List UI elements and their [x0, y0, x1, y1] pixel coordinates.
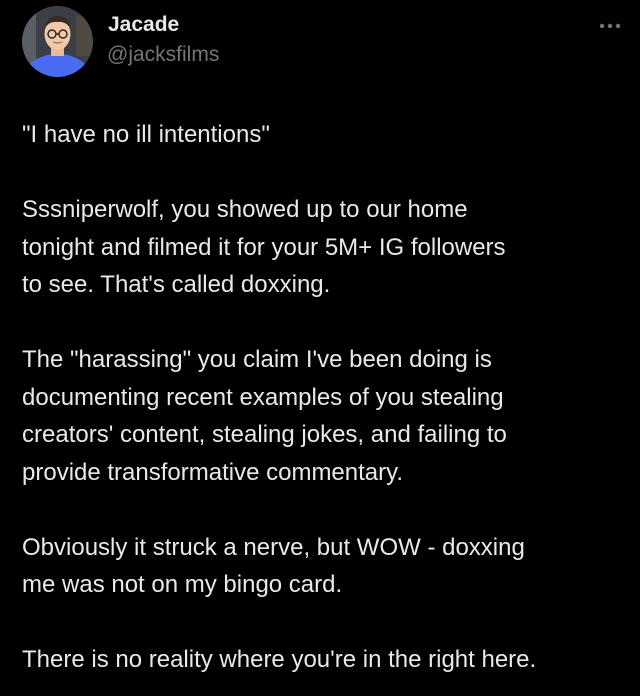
tweet-paragraph: There is no reality where you're in the … — [22, 646, 537, 673]
tweet-paragraph: "I have no ill intentions" — [22, 121, 270, 148]
tweet-card: Jacade @jacksfilms "I have no ill intent… — [0, 0, 640, 696]
more-horizontal-icon[interactable] — [596, 16, 624, 36]
tweet-text: "I have no ill intentions" Sssniperwolf,… — [22, 116, 628, 679]
user-handle[interactable]: @jacksfilms — [107, 43, 219, 67]
tweet-paragraph: Sssniperwolf, you showed up to our home … — [22, 196, 506, 298]
user-avatar-icon[interactable] — [22, 6, 93, 77]
tweet-paragraph: The "harassing" you claim I've been doin… — [22, 346, 507, 486]
display-name[interactable]: Jacade — [108, 13, 179, 37]
tweet-paragraph: Obviously it struck a nerve, but WOW - d… — [22, 533, 525, 599]
